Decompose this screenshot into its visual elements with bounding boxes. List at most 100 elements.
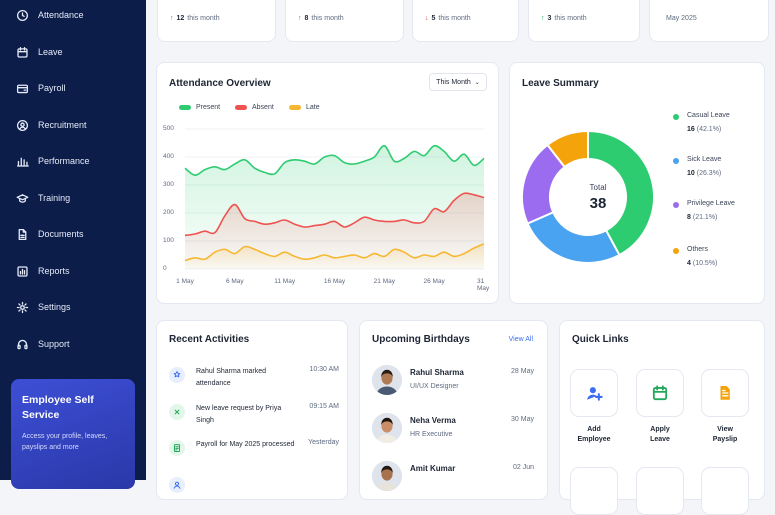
birthday-item[interactable]: Rahul Sharma UI/UX Designer 28 May bbox=[372, 365, 534, 397]
bar-chart-icon bbox=[16, 155, 29, 168]
clock-icon bbox=[16, 9, 29, 22]
recent-activities-card: Recent Activities Rahul Sharma marked at… bbox=[156, 320, 348, 500]
legend-value: 4 (10.5%) bbox=[687, 260, 717, 267]
quick-links-title: Quick Links bbox=[572, 334, 629, 345]
legend-dot bbox=[673, 202, 679, 208]
donut-slice-sick-leave bbox=[526, 210, 621, 264]
payroll-icon bbox=[169, 440, 185, 456]
add-user-icon bbox=[587, 387, 603, 401]
promo-title: Employee Self Service bbox=[22, 394, 94, 421]
sidebar: Attendance Leave Payroll Recruitment Perform… bbox=[0, 0, 146, 489]
stat-card: May 2025 bbox=[649, 0, 769, 42]
legend-count: 8 bbox=[687, 214, 691, 221]
legend-name: Others bbox=[687, 246, 709, 253]
sidebar-item-leave[interactable]: Leave bbox=[16, 42, 63, 62]
birthdays-title: Upcoming Birthdays bbox=[372, 334, 470, 345]
sidebar-item-documents[interactable]: Documents bbox=[16, 224, 84, 244]
arrow-up-icon: ↑ bbox=[541, 15, 545, 22]
quick-link-tile[interactable] bbox=[636, 467, 684, 515]
activity-text: Payroll for May 2025 processed bbox=[196, 441, 295, 448]
birthday-item[interactable]: Amit Kumar 02 Jun bbox=[372, 461, 534, 493]
activity-item[interactable]: New leave request by Priya Singh 09:15 AM bbox=[169, 403, 339, 435]
quick-link-label: Apply Leave bbox=[650, 426, 670, 443]
leave-summary-card: Leave Summary Total 38 Casual Leave 16 (4… bbox=[509, 62, 765, 304]
stat-trend: May 2025 bbox=[666, 15, 697, 22]
sidebar-item-label: Leave bbox=[38, 47, 63, 57]
quick-link-apply-leave[interactable] bbox=[636, 369, 684, 417]
sidebar-item-recruitment[interactable]: Recruitment bbox=[16, 115, 87, 135]
avatar bbox=[372, 365, 402, 395]
birthday-name: Neha Verma bbox=[410, 416, 456, 425]
legend-percent: (42.1%) bbox=[696, 126, 722, 133]
sidebar-item-label: Support bbox=[38, 339, 70, 349]
sidebar-item-label: Payroll bbox=[38, 83, 66, 93]
sidebar-item-label: Recruitment bbox=[38, 120, 87, 130]
calendar-icon bbox=[652, 385, 668, 401]
sidebar-item-payroll[interactable]: Payroll bbox=[16, 78, 66, 98]
birthday-name: Amit Kumar bbox=[410, 464, 456, 473]
activity-time: Yesterday bbox=[308, 439, 339, 446]
sidebar-item-label: Performance bbox=[38, 156, 90, 166]
close-icon bbox=[169, 404, 185, 420]
attendance-overview-card: Attendance Overview This Month ⌄ Present… bbox=[156, 62, 499, 304]
activity-item[interactable]: Payroll for May 2025 processed Yesterday bbox=[169, 439, 339, 471]
legend-dot bbox=[673, 158, 679, 164]
legend-value: 16 (42.1%) bbox=[687, 126, 721, 133]
sidebar-item-label: Attendance bbox=[38, 10, 84, 20]
legend-percent: (10.5%) bbox=[692, 260, 718, 267]
activity-item[interactable] bbox=[169, 476, 339, 508]
activity-text: Rahul Sharma marked attendance bbox=[196, 368, 267, 387]
birthday-name: Rahul Sharma bbox=[410, 368, 464, 377]
quick-link-tile[interactable] bbox=[701, 467, 749, 515]
stat-value: 8 bbox=[304, 15, 309, 22]
legend-percent: (21.1%) bbox=[692, 214, 718, 221]
stat-trend: ↓ 5 this month bbox=[425, 15, 471, 22]
stat-value: 12 bbox=[176, 15, 185, 22]
user-search-icon bbox=[16, 119, 29, 132]
attendance-area-chart bbox=[184, 128, 485, 270]
legend-name: Privilege Leave bbox=[687, 200, 735, 207]
sidebar-item-label: Training bbox=[38, 193, 71, 203]
birthday-item[interactable]: Neha Verma HR Executive 30 May bbox=[372, 413, 534, 445]
birthday-date: 02 Jun bbox=[512, 464, 534, 471]
stat-trend: ↑ 12 this month bbox=[170, 15, 220, 22]
sidebar-item-settings[interactable]: Settings bbox=[16, 297, 71, 317]
view-all-link[interactable]: View All bbox=[509, 336, 533, 343]
document-icon bbox=[16, 228, 29, 241]
birthday-date: 30 May bbox=[511, 416, 534, 423]
stat-trend: ↑ 8 this month bbox=[298, 15, 344, 22]
sidebar-item-attendance[interactable]: Attendance bbox=[16, 5, 84, 25]
donut-total-value: 38 bbox=[589, 195, 607, 212]
legend-count: 16 bbox=[687, 126, 695, 133]
sidebar-item-support[interactable]: Support bbox=[16, 334, 70, 354]
sidebar-item-reports[interactable]: Reports bbox=[16, 261, 70, 281]
quick-link-view-payslip[interactable] bbox=[701, 369, 749, 417]
stat-text: this month bbox=[554, 15, 587, 22]
arrow-down-icon: ↓ bbox=[425, 15, 429, 22]
upcoming-birthdays-card: Upcoming Birthdays View All Rahul Sharma… bbox=[359, 320, 548, 500]
sidebar-item-label: Reports bbox=[38, 266, 70, 276]
reports-icon bbox=[16, 265, 29, 278]
wallet-icon bbox=[16, 82, 29, 95]
promo-description: Access your profile, leaves, payslips an… bbox=[22, 433, 108, 451]
sidebar-item-training[interactable]: Training bbox=[16, 188, 70, 208]
quick-link-tile[interactable] bbox=[570, 467, 618, 515]
stat-card: ↑ 8 this month bbox=[285, 0, 404, 42]
quick-link-add-employee[interactable] bbox=[570, 369, 618, 417]
calendar-icon bbox=[16, 46, 29, 59]
activity-time: 10:30 AM bbox=[309, 366, 339, 373]
activity-text: New leave request by Priya Singh bbox=[196, 405, 282, 424]
sidebar-item-performance[interactable]: Performance bbox=[16, 151, 90, 171]
stat-text: this month bbox=[438, 15, 471, 22]
self-service-promo[interactable]: Employee Self Service Access your profil… bbox=[11, 379, 135, 489]
headset-icon bbox=[16, 338, 29, 351]
legend-count: 10 bbox=[687, 170, 695, 177]
quick-link-label: Add Employee bbox=[577, 426, 611, 443]
stat-text: this month bbox=[311, 15, 344, 22]
birthday-role: UI/UX Designer bbox=[410, 383, 459, 390]
attendance-icon bbox=[169, 367, 185, 383]
avatar bbox=[372, 461, 402, 491]
gear-icon bbox=[16, 301, 29, 314]
legend-value: 10 (26.3%) bbox=[687, 170, 721, 177]
activity-item[interactable]: Rahul Sharma marked attendance 10:30 AM bbox=[169, 366, 339, 398]
